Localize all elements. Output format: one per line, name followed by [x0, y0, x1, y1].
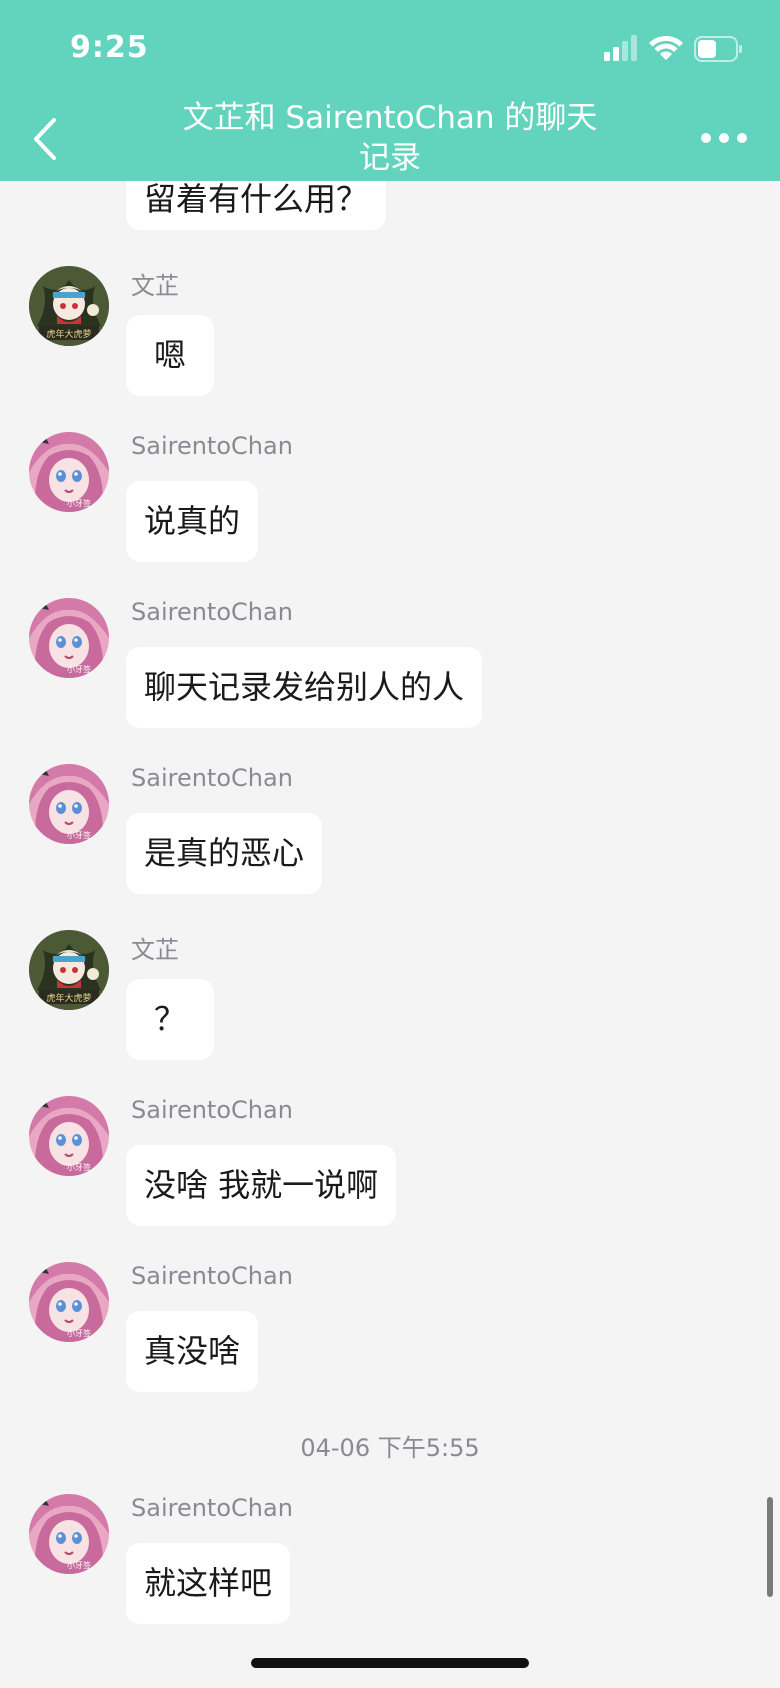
avatar-sairentochan[interactable]: 小牙签	[29, 764, 109, 844]
avatar-sairentochan[interactable]: 小牙签	[29, 1494, 109, 1574]
svg-text:小牙签: 小牙签	[67, 1328, 91, 1338]
message-text: 是真的恶心	[144, 834, 305, 872]
sender-name: SairentoChan	[131, 598, 293, 626]
title-line-1: 文芷和 SairentoChan 的聊天	[182, 100, 598, 136]
message-bubble[interactable]: 是真的恶心	[126, 813, 323, 894]
message-text: 说真的	[144, 502, 241, 540]
message-text: ？	[154, 1000, 187, 1038]
status-time: 9:25	[70, 30, 149, 65]
message-bubble[interactable]: 真没啥	[126, 1311, 259, 1392]
cellular-signal-icon	[604, 35, 637, 61]
page-title: 文芷和 SairentoChan 的聊天 记录	[170, 98, 610, 178]
scrollbar[interactable]	[767, 1497, 773, 1597]
svg-text:小牙签: 小牙签	[67, 1560, 91, 1570]
message-text: 留着有什么用？	[144, 180, 369, 218]
sender-name: SairentoChan	[131, 1494, 293, 1522]
chevron-left-icon	[34, 118, 56, 160]
message-text: 聊天记录发给别人的人	[144, 668, 465, 706]
avatar-wenzhi[interactable]: 虎年大虎萝	[29, 266, 109, 346]
svg-text:虎年大虎萝: 虎年大虎萝	[46, 992, 91, 1004]
svg-text:小牙签: 小牙签	[67, 664, 91, 674]
message-text: 真没啥	[144, 1332, 241, 1370]
message-bubble[interactable]: 聊天记录发给别人的人	[126, 647, 483, 728]
sender-name: SairentoChan	[131, 1262, 293, 1290]
avatar-sairentochan[interactable]: 小牙签	[29, 432, 109, 512]
message-text: 就这样吧	[144, 1564, 273, 1602]
title-line-2: 记录	[359, 140, 421, 176]
more-options-button[interactable]	[698, 120, 750, 156]
timestamp-divider: 04-06 下午5:55	[300, 1434, 480, 1462]
navigation-header: 9:25 文芷和 SairentoChan 的聊天 记录	[0, 0, 780, 181]
message-bubble[interactable]: 没啥 我就一说啊	[126, 1145, 397, 1226]
svg-text:虎年大虎萝: 虎年大虎萝	[46, 328, 91, 340]
svg-text:小牙签: 小牙签	[67, 1162, 91, 1172]
wifi-icon	[649, 35, 683, 60]
svg-text:小牙签: 小牙签	[67, 498, 91, 508]
message-text: 嗯	[154, 336, 187, 374]
message-bubble[interactable]: 说真的	[126, 481, 259, 562]
more-horizontal-icon	[701, 133, 747, 143]
sender-name: 文芷	[131, 272, 179, 300]
home-indicator[interactable]	[251, 1658, 529, 1668]
avatar-wenzhi[interactable]: 虎年大虎萝	[29, 930, 109, 1010]
message-bubble[interactable]: 就这样吧	[126, 1543, 291, 1624]
back-button[interactable]	[26, 114, 66, 164]
avatar-sairentochan[interactable]: 小牙签	[29, 1262, 109, 1342]
sender-name: 文芷	[131, 936, 179, 964]
svg-text:小牙签: 小牙签	[67, 830, 91, 840]
sender-name: SairentoChan	[131, 1096, 293, 1124]
battery-icon	[694, 36, 742, 62]
message-text: 没啥 我就一说啊	[144, 1166, 379, 1204]
chat-scroll-area[interactable]: 留着有什么用？ 虎年大虎萝 文芷 嗯 小牙签 SairentoChan 说真的 …	[0, 0, 780, 1688]
avatar-sairentochan[interactable]: 小牙签	[29, 598, 109, 678]
message-bubble[interactable]: 嗯	[126, 315, 215, 396]
sender-name: SairentoChan	[131, 432, 293, 460]
message-bubble[interactable]: ？	[126, 979, 215, 1060]
sender-name: SairentoChan	[131, 764, 293, 792]
avatar-sairentochan[interactable]: 小牙签	[29, 1096, 109, 1176]
